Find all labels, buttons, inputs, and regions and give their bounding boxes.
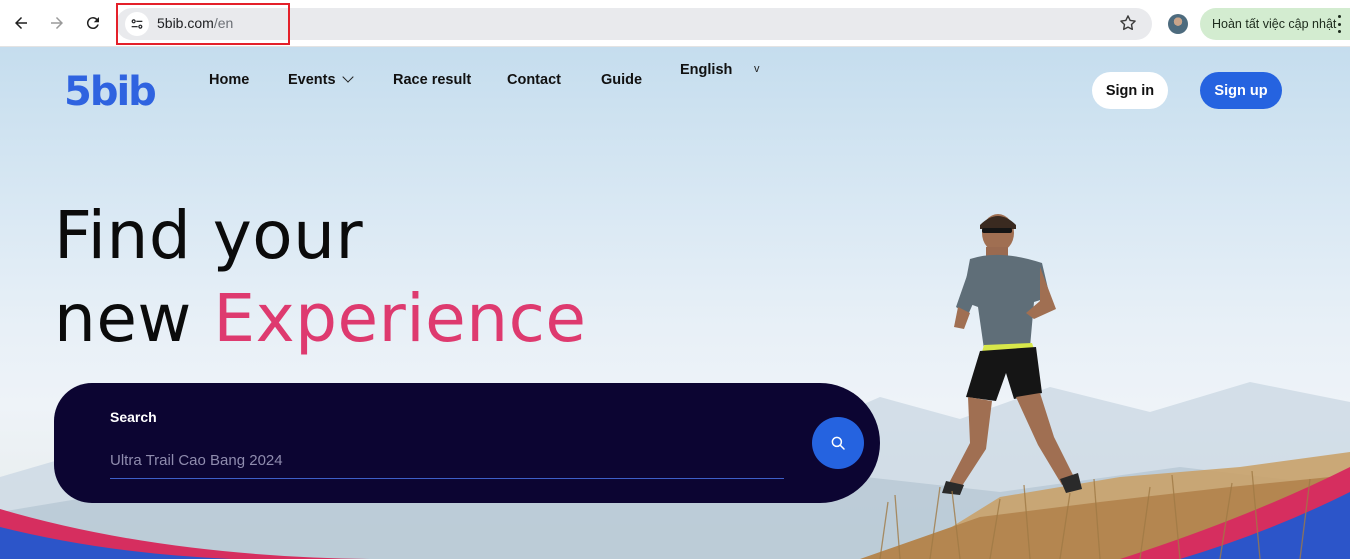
language-caret[interactable]: v [754,63,760,75]
browser-toolbar: 5bib.com/en Hoàn tất việc cập nhật [0,0,1350,47]
search-icon [831,436,845,450]
search-panel: Search [54,383,880,503]
hero-title-line2: new Experience [54,280,586,357]
hero-title-line1: Find your [54,197,364,274]
url-highlight-box [116,3,290,45]
nav-events-label: Events [288,72,336,88]
nav-events[interactable]: Events [288,71,354,88]
chevron-down-icon [341,71,354,83]
more-icon[interactable] [1338,15,1342,33]
star-icon[interactable] [1118,13,1138,33]
hero-title-accent: Experience [213,280,587,357]
hero-runner-image [942,214,1082,495]
search-button[interactable] [812,417,864,469]
forward-icon [51,17,63,29]
web-page: 5bib Home Events Race result Contact Gui… [0,47,1350,559]
nav-contact[interactable]: Contact [507,72,561,88]
reload-button[interactable] [80,10,106,36]
search-input[interactable] [110,443,784,479]
update-label: Hoàn tất việc cập nhật [1212,17,1337,31]
forward-button[interactable] [44,10,70,36]
profile-avatar[interactable] [1168,14,1188,34]
update-button[interactable]: Hoàn tất việc cập nhật [1200,8,1350,40]
back-icon [15,17,27,29]
nav-guide[interactable]: Guide [601,72,642,88]
language-selector[interactable]: English [680,62,732,78]
search-label: Search [110,409,157,425]
sign-up-button[interactable]: Sign up [1200,72,1282,109]
reload-icon [86,17,99,30]
site-logo[interactable]: 5bib [64,67,156,111]
language-label: English [680,62,733,78]
hero-title-prefix: new [54,280,214,357]
sign-in-button[interactable]: Sign in [1092,72,1168,109]
back-button[interactable] [8,10,34,36]
svg-text:5bib: 5bib [64,69,155,111]
nav-race-result[interactable]: Race result [393,72,471,88]
nav-home[interactable]: Home [209,72,249,88]
